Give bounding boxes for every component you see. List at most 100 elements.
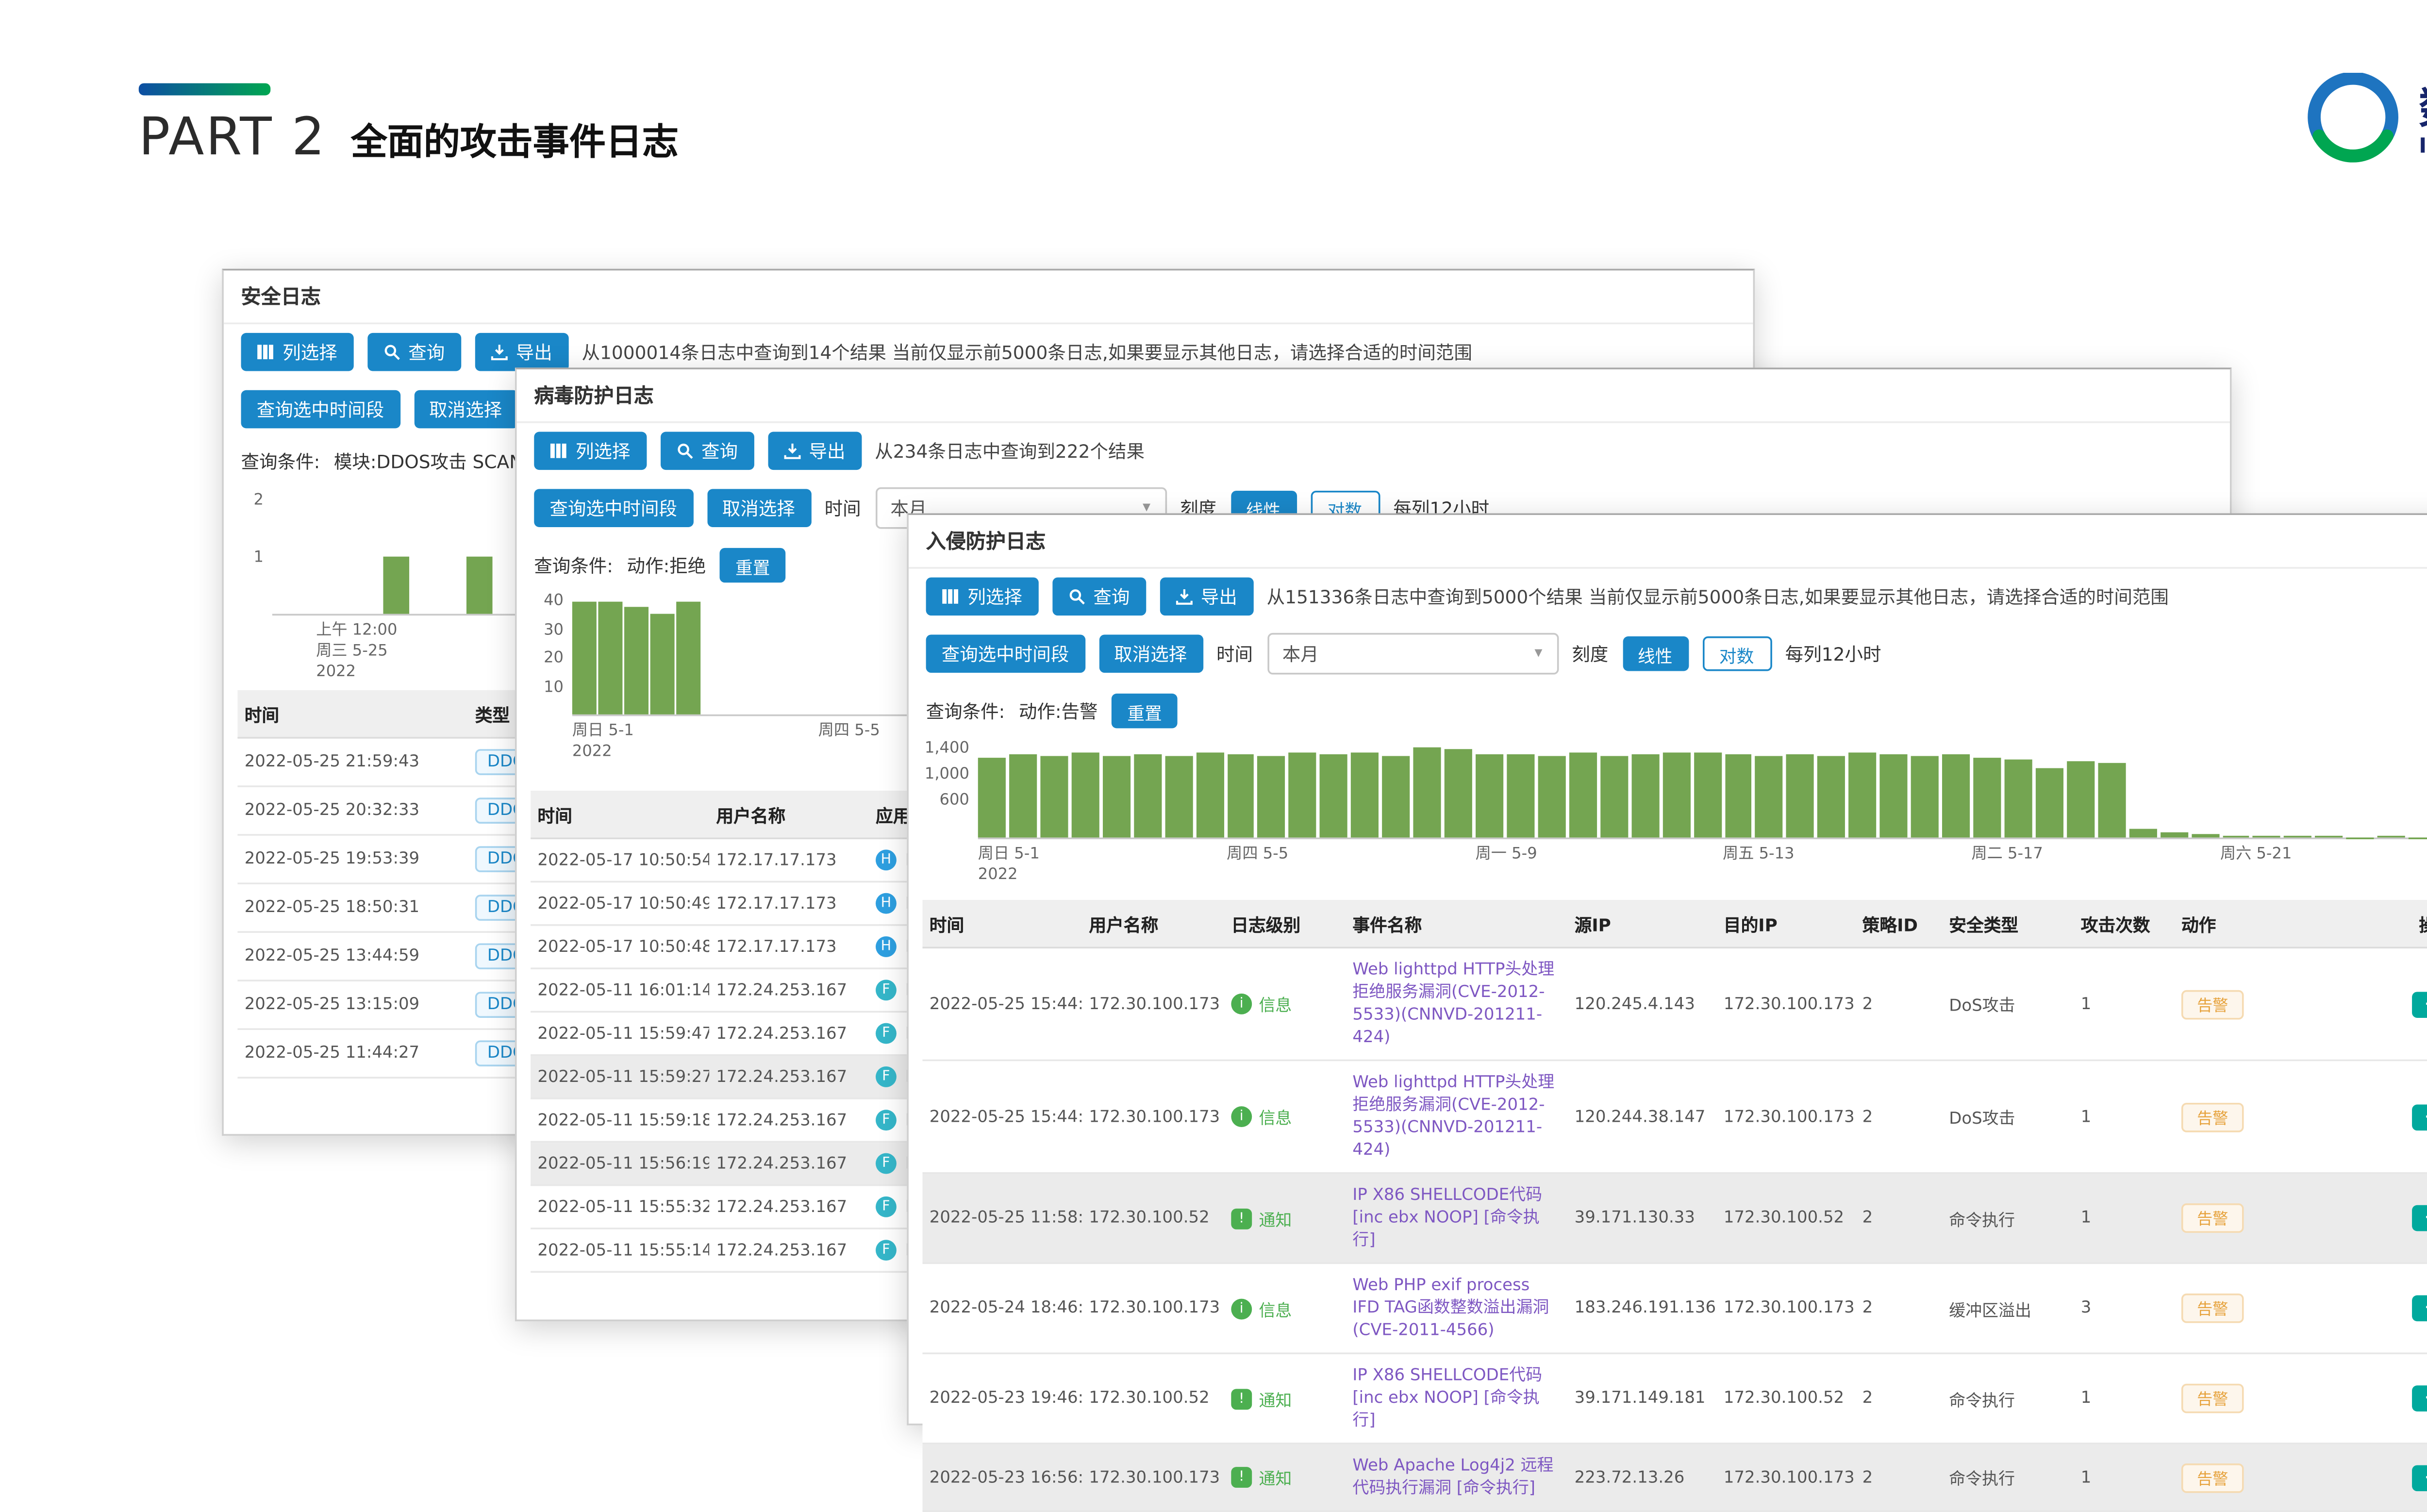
chart-bar xyxy=(2315,836,2343,837)
cell-event: Web Apache Log4j2 远程代码执行漏洞 [命令执行] xyxy=(1346,1445,1567,1511)
cell-event: IP X86 SHELLCODE代码 [inc ebx NOOP] [命令执行] xyxy=(1346,1354,1567,1443)
event-name-link[interactable]: Web PHP exif process IFD TAG函数整数溢出漏洞(CVE… xyxy=(1352,1276,1549,1340)
event-name-link[interactable]: Web lighttpd HTTP头处理拒绝服务漏洞(CVE-2012-5533… xyxy=(1352,961,1554,1047)
app-icon: F xyxy=(876,1110,897,1130)
info-icon: i xyxy=(1231,994,1252,1014)
cell-src-ip: 120.244.38.147 xyxy=(1567,1097,1716,1136)
query-selected-range-button[interactable]: 查询选中时间段 xyxy=(241,390,400,429)
cell-security-type: DoS攻击 xyxy=(1942,1094,2074,1139)
cell-time: 2022-05-25 19:53:39 xyxy=(237,839,468,879)
chart-bar xyxy=(2067,762,2095,838)
chart-bar xyxy=(978,757,1006,837)
time-range-select[interactable]: 本月 ▾ xyxy=(1267,633,1558,675)
columns-button[interactable]: 列选择 xyxy=(241,333,353,371)
more-actions-button[interactable]: ⋯ xyxy=(2412,1205,2427,1231)
cell-attack-count: 3 xyxy=(2074,1288,2174,1328)
query-selected-range-button[interactable]: 查询选中时间段 xyxy=(534,489,693,527)
level-label: 通知 xyxy=(1259,1465,1292,1490)
cell-src-ip: 183.246.191.136 xyxy=(1567,1288,1716,1328)
table-row[interactable]: 2022-05-24 18:46:15172.30.100.173i信息Web … xyxy=(922,1264,2427,1354)
more-actions-button[interactable]: ⋯ xyxy=(2412,1296,2427,1322)
cancel-selection-button[interactable]: 取消选择 xyxy=(1098,634,1202,673)
chart-bar xyxy=(1164,757,1192,837)
chart-bar xyxy=(1196,752,1223,838)
cell-time: 2022-05-11 15:55:14 xyxy=(531,1230,709,1270)
y-tick-label: 30 xyxy=(544,622,564,639)
ips-table: 时间用户名称日志级别事件名称源IP目的IP策略ID安全类型攻击次数动作操作 20… xyxy=(922,900,2427,1512)
more-actions-button[interactable]: ⋯ xyxy=(2412,1464,2427,1491)
chart-bar xyxy=(1849,752,1877,837)
more-actions-button[interactable]: ⋯ xyxy=(2412,1104,2427,1130)
cell-security-type: 命令执行 xyxy=(1942,1455,2074,1500)
table-row[interactable]: 2022-05-25 15:44:54172.30.100.173i信息Web … xyxy=(922,948,2427,1061)
y-tick-label: 20 xyxy=(544,650,564,668)
cell-policy-id: 2 xyxy=(1855,1379,1942,1418)
cancel-selection-button[interactable]: 取消选择 xyxy=(414,390,517,429)
notice-icon: ! xyxy=(1231,1208,1252,1229)
table-header-row: 时间用户名称日志级别事件名称源IP目的IP策略ID安全类型攻击次数动作操作 xyxy=(922,900,2427,948)
chart-bar xyxy=(1133,754,1161,838)
search-icon xyxy=(382,343,400,361)
condition-prefix: 查询条件: xyxy=(241,449,320,475)
event-name-link[interactable]: IP X86 SHELLCODE代码 [inc ebx NOOP] [命令执行] xyxy=(1352,1186,1542,1250)
cancel-selection-button[interactable]: 取消选择 xyxy=(707,489,811,527)
table-row[interactable]: 2022-05-23 16:56:18172.30.100.173!通知Web … xyxy=(922,1445,2427,1512)
event-name-link[interactable]: IP X86 SHELLCODE代码 [inc ebx NOOP] [命令执行] xyxy=(1352,1366,1542,1430)
condition-text: 动作:告警 xyxy=(1019,698,1098,724)
columns-button[interactable]: 列选择 xyxy=(534,432,646,470)
cell-dst-ip: 172.30.100.52 xyxy=(1717,1198,1856,1238)
y-tick-label: 40 xyxy=(544,594,564,611)
panel-title: 入侵防护日志 xyxy=(909,515,2427,569)
cell-event: Web lighttpd HTTP头处理拒绝服务漏洞(CVE-2012-5533… xyxy=(1346,948,1567,1060)
cell-level: !通知 xyxy=(1224,1455,1346,1500)
more-actions-button[interactable]: ⋯ xyxy=(2412,1385,2427,1412)
log-scale-button[interactable]: 对数 xyxy=(1702,636,1771,671)
column-header: 动作 xyxy=(2175,900,2341,947)
cell-level: i信息 xyxy=(1224,981,1346,1027)
chart-bar xyxy=(2222,836,2250,838)
cell-attack-count: 1 xyxy=(2074,1379,2174,1418)
columns-button-label: 列选择 xyxy=(283,339,337,365)
export-button[interactable]: 导出 xyxy=(1159,578,1253,616)
table-row[interactable]: 2022-05-25 15:44:52172.30.100.173i信息Web … xyxy=(922,1061,2427,1174)
company-logo: 数信安全 ID SEC xyxy=(2305,73,2427,170)
chart-bar xyxy=(383,557,409,614)
reset-button[interactable]: 重置 xyxy=(1112,694,1178,728)
slide-root: PART 2 全面的攻击事件日志 数信安全 ID SEC 安全日志 列选择 查询 xyxy=(0,0,2427,1432)
event-name-link[interactable]: Web Apache Log4j2 远程代码执行漏洞 [命令执行] xyxy=(1352,1457,1553,1498)
cell-event: IP X86 SHELLCODE代码 [inc ebx NOOP] [命令执行] xyxy=(1346,1174,1567,1262)
reset-button[interactable]: 重置 xyxy=(720,548,786,582)
level-badge: i信息 xyxy=(1231,992,1292,1016)
cell-level: i信息 xyxy=(1224,1094,1346,1139)
columns-button-label: 列选择 xyxy=(967,583,1022,610)
cell-security-type: 命令执行 xyxy=(1942,1196,2074,1241)
query-button[interactable]: 查询 xyxy=(1052,578,1146,616)
query-button[interactable]: 查询 xyxy=(660,432,753,470)
table-row[interactable]: 2022-05-25 11:58:15172.30.100.52!通知IP X8… xyxy=(922,1174,2427,1264)
export-button[interactable]: 导出 xyxy=(474,333,568,371)
table-row[interactable]: 2022-05-23 19:46:53172.30.100.52!通知IP X8… xyxy=(922,1354,2427,1445)
plot-area[interactable] xyxy=(978,742,2427,839)
toolbar: 列选择 查询 导出 从151336条日志中查询到5000个结果 当前仅显示前50… xyxy=(909,569,2427,624)
more-actions-button[interactable]: ⋯ xyxy=(2412,991,2427,1017)
cell-level: !通知 xyxy=(1224,1196,1346,1241)
export-button[interactable]: 导出 xyxy=(767,432,861,470)
query-button[interactable]: 查询 xyxy=(367,333,461,371)
columns-button[interactable]: 列选择 xyxy=(926,578,1038,616)
cell-time: 2022-05-17 10:50:49 xyxy=(531,883,709,923)
linear-scale-button[interactable]: 线性 xyxy=(1622,636,1688,671)
toolbar: 列选择 查询 导出 从234条日志中查询到222个结果 xyxy=(517,423,2230,479)
query-selected-range-button[interactable]: 查询选中时间段 xyxy=(926,634,1085,673)
x-tick-label: 周五 5-13 xyxy=(1723,845,1795,865)
event-name-link[interactable]: Web lighttpd HTTP头处理拒绝服务漏洞(CVE-2012-5533… xyxy=(1352,1073,1554,1160)
condition-prefix: 查询条件: xyxy=(926,698,1005,724)
cell-user: 172.17.17.173 xyxy=(709,883,869,923)
cell-time: 2022-05-11 15:55:32 xyxy=(531,1187,709,1227)
chart-bar xyxy=(1071,753,1099,837)
column-header: 操作 xyxy=(2341,900,2427,947)
export-button-label: 导出 xyxy=(809,438,845,464)
y-tick-label: 10 xyxy=(544,679,564,697)
time-range-value: 本月 xyxy=(1282,641,1319,667)
level-label: 通知 xyxy=(1259,1386,1292,1411)
columns-icon xyxy=(942,588,959,605)
